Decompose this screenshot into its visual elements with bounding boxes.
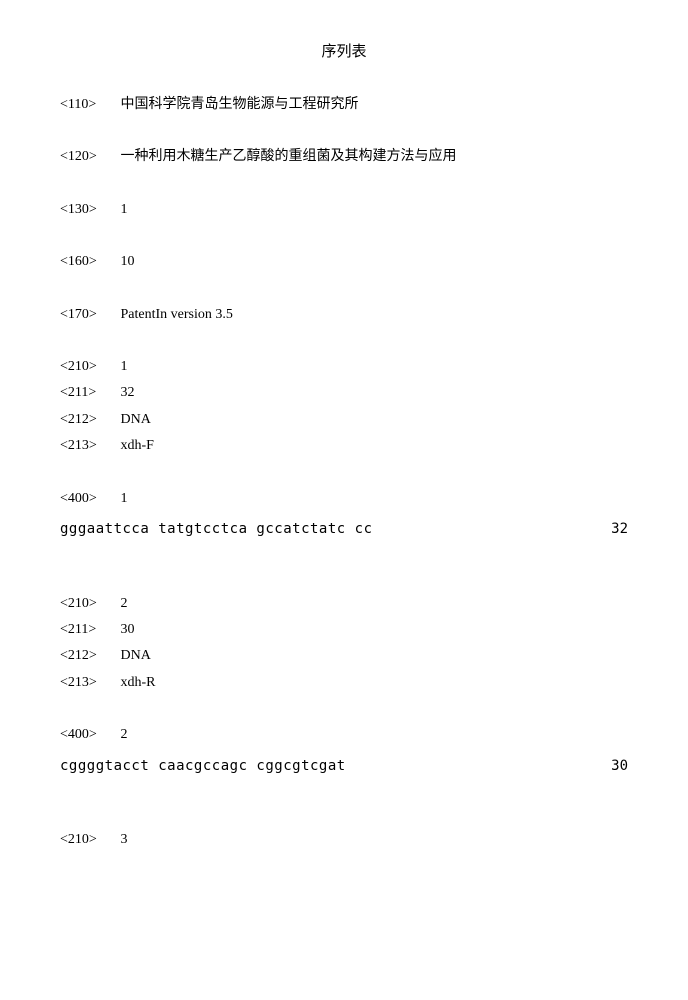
val-110: 中国科学院青岛生物能源与工程研究所 <box>121 97 359 112</box>
entry-110: <110> 中国科学院青岛生物能源与工程研究所 <box>60 94 628 116</box>
seq3-210: <210> 3 <box>60 829 628 851</box>
tag-210: <210> <box>60 829 110 851</box>
page-title: 序列表 <box>60 40 628 64</box>
entry-120: <120> 一种利用木糖生产乙醇酸的重组菌及其构建方法与应用 <box>60 146 628 168</box>
seq1-210: <210> 1 <box>60 356 628 378</box>
tag-110: <110> <box>60 94 110 116</box>
val-170: PatentIn version 3.5 <box>121 307 233 322</box>
seq1-length: 32 <box>611 518 628 540</box>
val-211: 30 <box>121 622 135 637</box>
tag-130: <130> <box>60 199 110 221</box>
val-130: 1 <box>121 202 128 217</box>
entry-160: <160> 10 <box>60 251 628 273</box>
val-211: 32 <box>121 385 135 400</box>
val-210: 1 <box>121 359 128 374</box>
entry-130: <130> 1 <box>60 199 628 221</box>
tag-210: <210> <box>60 593 110 615</box>
tag-210: <210> <box>60 356 110 378</box>
val-212: DNA <box>121 412 151 427</box>
val-400: 1 <box>121 491 128 506</box>
tag-170: <170> <box>60 304 110 326</box>
val-120: 一种利用木糖生产乙醇酸的重组菌及其构建方法与应用 <box>121 149 457 164</box>
val-210: 3 <box>121 832 128 847</box>
seq2-sequence: cggggtacct caacgccagc cggcgtcgat <box>60 755 346 777</box>
tag-400: <400> <box>60 724 110 746</box>
tag-212: <212> <box>60 409 110 431</box>
val-160: 10 <box>121 254 135 269</box>
seq1-211: <211> 32 <box>60 382 628 404</box>
tag-400: <400> <box>60 488 110 510</box>
seq2-length: 30 <box>611 755 628 777</box>
tag-160: <160> <box>60 251 110 273</box>
seq1-meta: <210> 1 <211> 32 <212> DNA <213> xdh-F <box>60 356 628 458</box>
tag-212: <212> <box>60 645 110 667</box>
seq2-212: <212> DNA <box>60 645 628 667</box>
val-212: DNA <box>121 648 151 663</box>
tag-213: <213> <box>60 435 110 457</box>
val-400: 2 <box>121 727 128 742</box>
seq1-212: <212> DNA <box>60 409 628 431</box>
val-213: xdh-R <box>121 675 156 690</box>
seq1-400: <400> 1 <box>60 488 628 510</box>
tag-120: <120> <box>60 146 110 168</box>
tag-213: <213> <box>60 672 110 694</box>
seq1-sequence: gggaattcca tatgtcctca gccatctatc cc <box>60 518 373 540</box>
tag-211: <211> <box>60 619 110 641</box>
val-210: 2 <box>121 596 128 611</box>
seq1-sequence-line: gggaattcca tatgtcctca gccatctatc cc 32 <box>60 518 628 540</box>
seq1-213: <213> xdh-F <box>60 435 628 457</box>
seq2-210: <210> 2 <box>60 593 628 615</box>
seq2-211: <211> 30 <box>60 619 628 641</box>
seq2-meta: <210> 2 <211> 30 <212> DNA <213> xdh-R <box>60 593 628 695</box>
val-213: xdh-F <box>121 438 154 453</box>
seq2-213: <213> xdh-R <box>60 672 628 694</box>
seq2-sequence-line: cggggtacct caacgccagc cggcgtcgat 30 <box>60 755 628 777</box>
tag-211: <211> <box>60 382 110 404</box>
seq2-400: <400> 2 <box>60 724 628 746</box>
entry-170: <170> PatentIn version 3.5 <box>60 304 628 326</box>
